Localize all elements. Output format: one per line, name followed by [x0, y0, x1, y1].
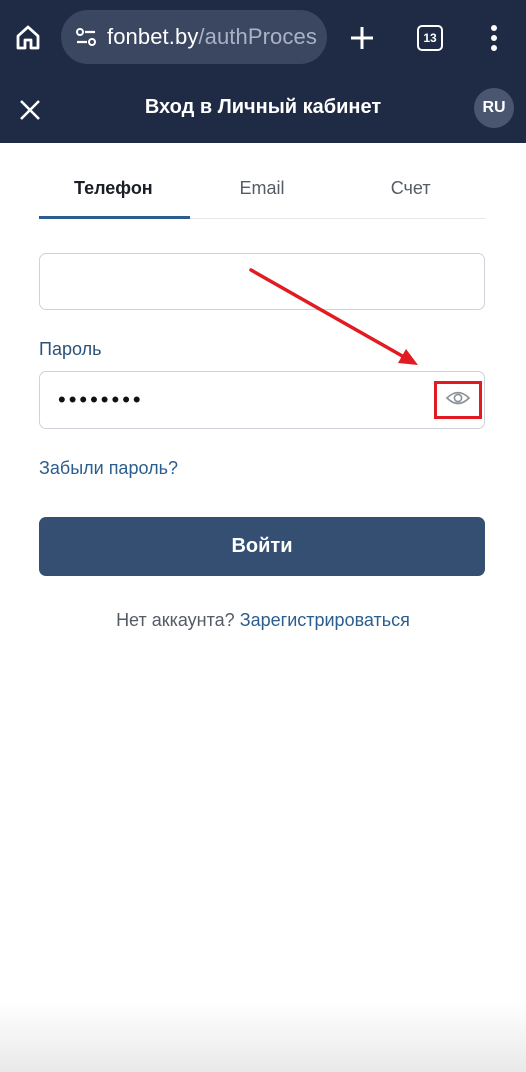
login-button[interactable]: Войти	[39, 517, 485, 576]
tab-account[interactable]: Счет	[336, 166, 485, 218]
password-label: Пароль	[39, 339, 102, 359]
no-account-text: Нет аккаунта?	[116, 610, 235, 630]
tabs-icon[interactable]: 13	[417, 25, 443, 51]
tab-count: 13	[423, 31, 437, 45]
show-password-toggle[interactable]	[434, 381, 482, 419]
address-bar[interactable]: fonbet.by/authProces	[61, 10, 327, 64]
login-method-tabs: Телефон Email Счет	[39, 166, 485, 219]
url-text: fonbet.by/authProces	[107, 24, 317, 50]
home-icon[interactable]	[10, 19, 46, 55]
forgot-password-link[interactable]: Забыли пароль?	[39, 458, 178, 479]
password-value: ••••••••	[58, 387, 144, 412]
app-header: Вход в Личный кабинет	[0, 76, 526, 143]
eye-icon	[445, 389, 471, 412]
tab-email[interactable]: Email	[188, 166, 337, 218]
url-host: fonbet.by	[107, 24, 199, 49]
browser-toolbar: fonbet.by/authProces 13	[0, 0, 526, 76]
tab-phone[interactable]: Телефон	[39, 166, 190, 219]
new-tab-plus-icon[interactable]	[344, 20, 380, 56]
language-button[interactable]: RU	[474, 88, 514, 128]
phone-input[interactable]	[39, 253, 485, 310]
url-path: /authProces	[198, 24, 317, 49]
signup-row: Нет аккаунта? Зарегистрироваться	[0, 610, 526, 631]
more-vert-icon[interactable]	[482, 20, 506, 56]
password-field[interactable]: ••••••••	[39, 371, 485, 429]
page-title: Вход в Личный кабинет	[144, 96, 382, 118]
register-link[interactable]: Зарегистрироваться	[240, 610, 410, 630]
bottom-fade	[0, 1000, 526, 1072]
site-settings-icon[interactable]	[73, 24, 99, 50]
